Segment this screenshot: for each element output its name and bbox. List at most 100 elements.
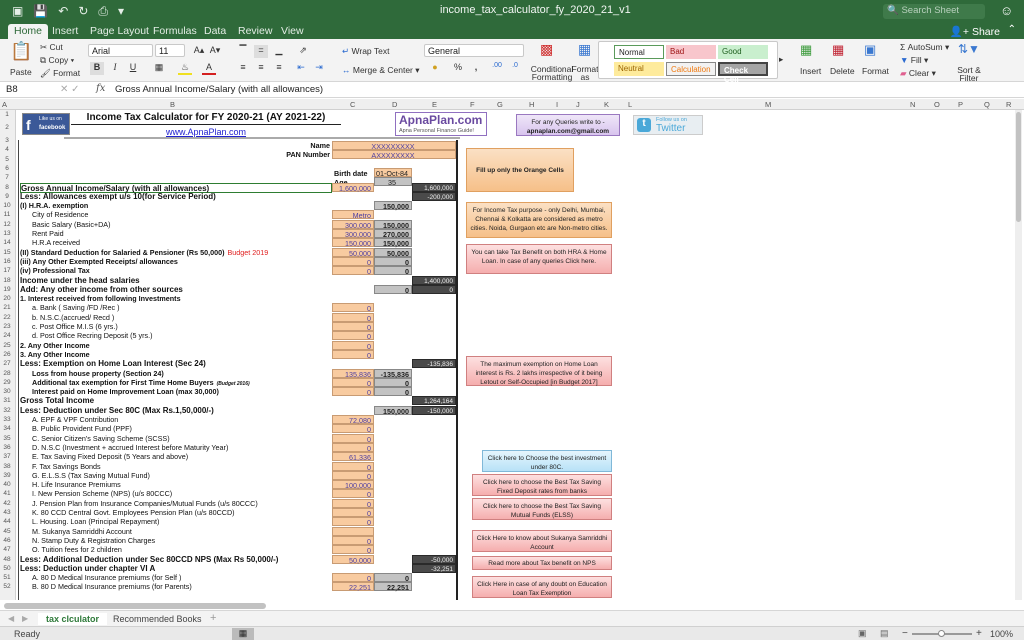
row-header-16[interactable]: 16	[0, 258, 14, 265]
zoom-out-icon[interactable]: −	[902, 628, 908, 639]
row-header-3[interactable]: 3	[0, 137, 14, 144]
column-header-e[interactable]: E	[432, 100, 437, 109]
row-header-32[interactable]: 32	[0, 407, 14, 414]
column-header-b[interactable]: B	[170, 100, 175, 109]
insert-cells-icon[interactable]: ▦	[800, 42, 812, 58]
style-neutral[interactable]: Neutral	[614, 62, 664, 76]
sheet-tab-tax-calculator[interactable]: tax clculator	[38, 613, 108, 625]
format-painter-button[interactable]: 🖌 Format	[40, 68, 80, 79]
row-header-48[interactable]: 48	[0, 556, 14, 563]
font-size-select[interactable]: 11	[155, 44, 185, 57]
input-cell[interactable]: 0	[332, 508, 374, 518]
sort-filter-button[interactable]: Sort & Filter	[955, 66, 983, 83]
row-header-1[interactable]: 1	[0, 111, 14, 118]
row-header-19[interactable]: 19	[0, 286, 14, 293]
fill-color-icon[interactable]: ♨	[178, 62, 192, 75]
input-cell[interactable]: 0	[332, 322, 374, 332]
row-header-27[interactable]: 27	[0, 360, 14, 367]
column-header-p[interactable]: P	[958, 100, 963, 109]
orientation-icon[interactable]: ⇗	[296, 45, 310, 58]
row-header-36[interactable]: 36	[0, 444, 14, 451]
underline-button[interactable]: U	[126, 62, 140, 75]
vertical-scroll-thumb[interactable]	[1016, 112, 1021, 222]
input-cell[interactable]: 0	[332, 256, 374, 267]
input-cell[interactable]: 150,000	[332, 238, 374, 248]
row-header-21[interactable]: 21	[0, 304, 14, 311]
sort-filter-icon[interactable]: ⇅▼	[958, 42, 980, 56]
input-cell[interactable]: 0	[332, 303, 374, 313]
horizontal-scrollbar[interactable]	[4, 603, 266, 609]
merge-center-button[interactable]: ↔ Merge & Center ▾	[342, 65, 420, 76]
input-cell[interactable]: 0	[332, 424, 374, 434]
align-top-icon[interactable]: ▔	[236, 45, 250, 58]
page-layout-view-icon[interactable]: ▣	[858, 628, 867, 639]
row-header-40[interactable]: 40	[0, 481, 14, 488]
style-bad[interactable]: Bad	[666, 45, 716, 59]
birth-date-input[interactable]: 01-Oct-84	[374, 168, 412, 178]
row-header-9[interactable]: 9	[0, 193, 14, 200]
row-header-12[interactable]: 12	[0, 221, 14, 228]
delete-button[interactable]: Delete	[830, 66, 855, 76]
input-cell[interactable]: 0	[332, 545, 374, 555]
format-cells-icon[interactable]: ▣	[864, 42, 876, 58]
column-header-q[interactable]: Q	[984, 100, 990, 109]
input-cell[interactable]: 0	[332, 377, 374, 388]
input-cell[interactable]: 0	[332, 266, 374, 276]
best-80c-note[interactable]: Click here to Choose the best investment…	[482, 450, 612, 472]
comma-button[interactable]: ,	[469, 62, 483, 75]
input-cell[interactable]: 0	[332, 312, 374, 323]
input-cell[interactable]: 0	[332, 349, 374, 360]
row-header-15[interactable]: 15	[0, 249, 14, 256]
percent-button[interactable]: %	[451, 62, 465, 75]
input-cell[interactable]: 0	[332, 535, 374, 546]
row-header-11[interactable]: 11	[0, 211, 14, 218]
row-header-23[interactable]: 23	[0, 323, 14, 330]
sukanya-note[interactable]: Click Here to know about Sukanya Samridd…	[472, 530, 612, 552]
input-cell[interactable]: 135,836	[332, 368, 374, 379]
website-link[interactable]: www.ApnaPlan.com	[71, 127, 341, 137]
input-cell[interactable]: 0	[332, 517, 374, 527]
column-header-o[interactable]: O	[934, 100, 940, 109]
conditional-formatting-button[interactable]: Conditional Formatting	[530, 65, 574, 82]
elss-note[interactable]: Click here to choose the Best Tax Saving…	[472, 498, 612, 520]
nps-note[interactable]: Read more about Tax benefit on NPS	[472, 556, 612, 570]
conditional-formatting-icon[interactable]: ▩	[540, 41, 553, 58]
style-normal[interactable]: Normal	[614, 45, 664, 59]
align-center-icon[interactable]: ≡	[254, 62, 268, 75]
fd-rates-note[interactable]: Click here to choose the Best Tax Saving…	[472, 474, 612, 496]
collapse-ribbon-icon[interactable]: ⌃	[1008, 24, 1016, 35]
wrap-text-button[interactable]: ↵ Wrap Text	[342, 46, 389, 57]
input-cell[interactable]: 300,000	[332, 219, 374, 230]
query-callout[interactable]: For any Queries write to - apnaplan.com@…	[516, 114, 620, 136]
customize-toolbar-icon[interactable]: ▾	[118, 4, 124, 19]
input-cell[interactable]: 0	[332, 331, 374, 341]
feedback-smiley-icon[interactable]: ☺	[1000, 3, 1013, 18]
formula-input[interactable]: Gross Annual Income/Salary (with all all…	[115, 84, 323, 95]
tab-insert[interactable]: Insert	[46, 24, 84, 38]
insert-button[interactable]: Insert	[800, 66, 821, 76]
save-icon[interactable]: 💾	[33, 4, 48, 19]
input-cell[interactable]: 50,000	[332, 247, 374, 258]
row-header-8[interactable]: 8	[0, 184, 14, 191]
align-left-icon[interactable]: ≡	[236, 62, 250, 75]
input-cell[interactable]: 72,080	[332, 415, 374, 425]
input-cell[interactable]	[332, 526, 374, 536]
column-header-g[interactable]: G	[497, 100, 503, 109]
name-input[interactable]: XXXXXXXXX	[332, 141, 456, 151]
normal-view-icon[interactable]: ▦	[232, 628, 254, 640]
paste-icon[interactable]: 📋	[10, 41, 32, 62]
row-header-41[interactable]: 41	[0, 490, 14, 497]
row-header-24[interactable]: 24	[0, 332, 14, 339]
copy-button[interactable]: ⧉ Copy ▾	[40, 55, 74, 66]
row-header-31[interactable]: 31	[0, 397, 14, 404]
prev-sheet-icon[interactable]: ◀	[8, 614, 14, 623]
insert-function-icon[interactable]: fx	[96, 83, 105, 94]
input-cell[interactable]: 61,336	[332, 452, 374, 462]
column-header-d[interactable]: D	[392, 100, 397, 109]
row-header-18[interactable]: 18	[0, 277, 14, 284]
autosum-button[interactable]: Σ AutoSum ▾	[900, 42, 949, 53]
column-header-m[interactable]: M	[765, 100, 771, 109]
input-cell[interactable]: 0	[332, 442, 374, 453]
bold-button[interactable]: B	[90, 62, 104, 75]
row-header-25[interactable]: 25	[0, 342, 14, 349]
